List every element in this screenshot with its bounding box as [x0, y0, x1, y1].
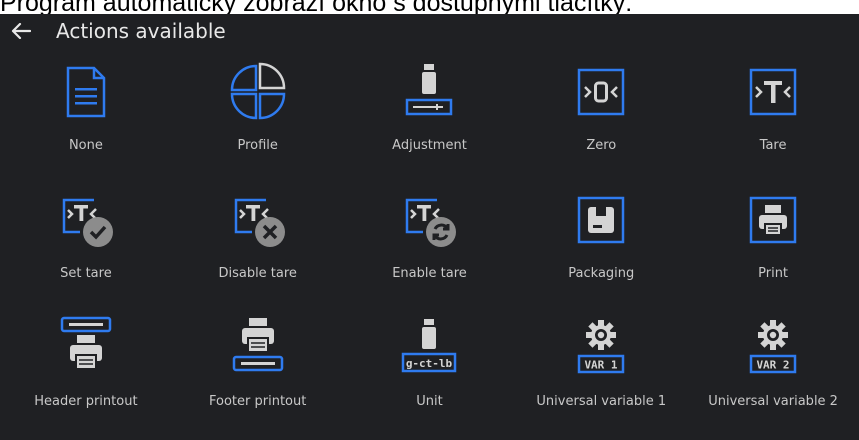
action-adjustment[interactable]: Adjustment [344, 54, 516, 182]
action-label: Adjustment [392, 138, 467, 153]
actions-grid: None Profile Adjustment Zero Tare Set ta… [0, 54, 859, 438]
zero-icon [569, 60, 633, 124]
unit-icon: g-ct-lb [397, 316, 461, 380]
action-universal-variable-2[interactable]: VAR 2 Universal variable 2 [687, 310, 859, 438]
enable-tare-icon [397, 188, 461, 252]
header-bar: Actions available [0, 14, 859, 48]
back-button[interactable] [4, 14, 38, 48]
profile-pie-icon [226, 60, 290, 124]
action-label: Universal variable 1 [536, 394, 667, 409]
action-label: Disable tare [218, 266, 297, 281]
action-label: Universal variable 2 [708, 394, 838, 409]
action-header-printout[interactable]: Header printout [0, 310, 172, 438]
document-icon [54, 60, 118, 124]
variable-icon-text: VAR 1 [585, 359, 618, 372]
action-label: Set tare [60, 266, 112, 281]
universal-variable-icon: VAR 1 [569, 316, 633, 380]
action-tare[interactable]: Tare [687, 54, 859, 182]
action-footer-printout[interactable]: Footer printout [172, 310, 344, 438]
action-label: Enable tare [392, 266, 467, 281]
action-label: Header printout [34, 394, 138, 409]
action-label: Unit [416, 394, 443, 409]
set-tare-icon [54, 188, 118, 252]
universal-variable-icon: VAR 2 [741, 316, 805, 380]
action-label: Packaging [568, 266, 635, 281]
document-caption: Program automaticky zobrazí okno s dostu… [0, 0, 633, 15]
unit-icon-text: g-ct-lb [406, 357, 453, 370]
action-disable-tare[interactable]: Disable tare [172, 182, 344, 310]
action-unit[interactable]: g-ct-lb Unit [344, 310, 516, 438]
variable-icon-text: VAR 2 [757, 359, 790, 372]
adjustment-weight-icon [397, 60, 461, 124]
action-none[interactable]: None [0, 54, 172, 182]
header-printout-icon [54, 316, 118, 380]
page-title: Actions available [56, 19, 226, 43]
arrow-left-icon [11, 23, 31, 39]
actions-screen: Actions available None Profile Adjustmen… [0, 14, 859, 440]
footer-printout-icon [226, 316, 290, 380]
action-label: Profile [237, 138, 278, 153]
action-profile[interactable]: Profile [172, 54, 344, 182]
action-zero[interactable]: Zero [515, 54, 687, 182]
disable-tare-icon [226, 188, 290, 252]
action-packaging[interactable]: Packaging [515, 182, 687, 310]
action-label: Print [758, 266, 789, 281]
action-label: Footer printout [209, 394, 307, 409]
tare-icon [741, 60, 805, 124]
packaging-icon [569, 188, 633, 252]
action-set-tare[interactable]: Set tare [0, 182, 172, 310]
action-label: Zero [586, 138, 617, 153]
action-enable-tare[interactable]: Enable tare [344, 182, 516, 310]
action-universal-variable-1[interactable]: VAR 1 Universal variable 1 [515, 310, 687, 438]
action-print[interactable]: Print [687, 182, 859, 310]
action-label: Tare [759, 138, 787, 153]
action-label: None [68, 138, 103, 153]
printer-icon [741, 188, 805, 252]
